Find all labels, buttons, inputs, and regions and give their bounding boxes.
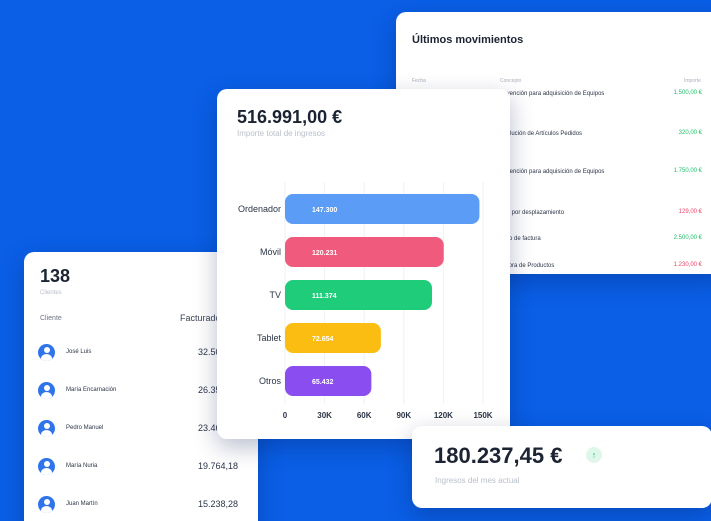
client-name: Pedro Manuel [66,425,104,431]
x-tick-label: 120K [434,411,453,420]
movement-concept: Dieta por desplazamiento [496,210,565,216]
movements-title: Últimos movimientos [412,34,524,46]
category-label: Móvil [260,247,281,257]
client-name: Juan Martín [66,501,98,507]
movement-amount: 1.230,00 € [673,262,702,268]
column-header-date: Fecha [412,78,426,84]
column-header-client: Cliente [40,315,62,322]
column-header-amount: Importe [684,78,701,84]
user-avatar-icon [38,458,55,475]
x-tick-label: 60K [357,411,372,420]
movement-amount: 2.500,00 € [673,235,702,241]
client-name: María Encarnación [66,387,117,393]
movement-concept: Cobro de factura [496,236,541,242]
movement-concept: Subvención para adquisición de Equipos [496,169,605,175]
movement-amount: 129,00 € [678,209,702,215]
user-avatar-icon [38,496,55,513]
category-label: Tablet [257,333,282,343]
column-header-concept: Concepto [500,78,522,84]
bar-value-label: 147.300 [312,207,337,214]
clients-count: 138 [40,266,71,286]
x-tick-label: 30K [317,411,332,420]
bar-value-label: 120.231 [312,250,337,257]
x-tick-label: 150K [473,411,492,420]
monthly-income-card: 180.237,45 € ↑ Ingresos del mes actual [412,426,711,508]
bar [285,237,444,267]
client-row[interactable]: María Nuria 19.764,18 [38,458,248,478]
client-row[interactable]: Juan Martín 15.238,28 [38,496,248,516]
movement-concept: Subvención para adquisición de Equipos [496,91,605,97]
user-avatar-icon [38,420,55,437]
bar-value-label: 72.654 [312,336,334,343]
category-label: TV [269,290,281,300]
client-name: José Luis [66,349,92,355]
column-header-invoiced: Facturado [180,313,221,323]
movement-amount: 320,00 € [678,130,702,136]
movement-concept: Devolución de Artículos Pedidos [496,131,583,137]
x-tick-label: 0 [283,411,288,420]
income-bar-chart: 0 30K 60K 90K 120K 150K Ordenador 147.300 Móvil 1… [238,182,493,420]
user-avatar-icon [38,344,55,361]
monthly-income-amount: 180.237,45 € [434,443,563,468]
client-invoiced: 19.764,18 [198,461,239,471]
bar-value-label: 65.432 [312,379,334,386]
category-label: Otros [259,376,282,386]
x-tick-label: 90K [396,411,411,420]
client-name: María Nuria [66,463,98,469]
category-label: Ordenador [238,204,281,214]
bar-value-label: 111.374 [312,293,337,300]
movement-amount: 1.500,00 € [673,90,702,96]
bar [285,280,433,310]
movement-concept: Compra de Productos [496,263,555,269]
movement-amount: 1.750,00 € [673,168,702,174]
client-invoiced: 15.238,28 [198,499,239,509]
income-chart-card: 516.991,00 € Importe total de ingresos 0… [217,89,510,439]
clients-count-label: Clientes [40,290,62,296]
user-avatar-icon [38,382,55,399]
monthly-income-label: Ingresos del mes actual [435,476,520,485]
arrow-up-icon: ↑ [586,447,602,463]
